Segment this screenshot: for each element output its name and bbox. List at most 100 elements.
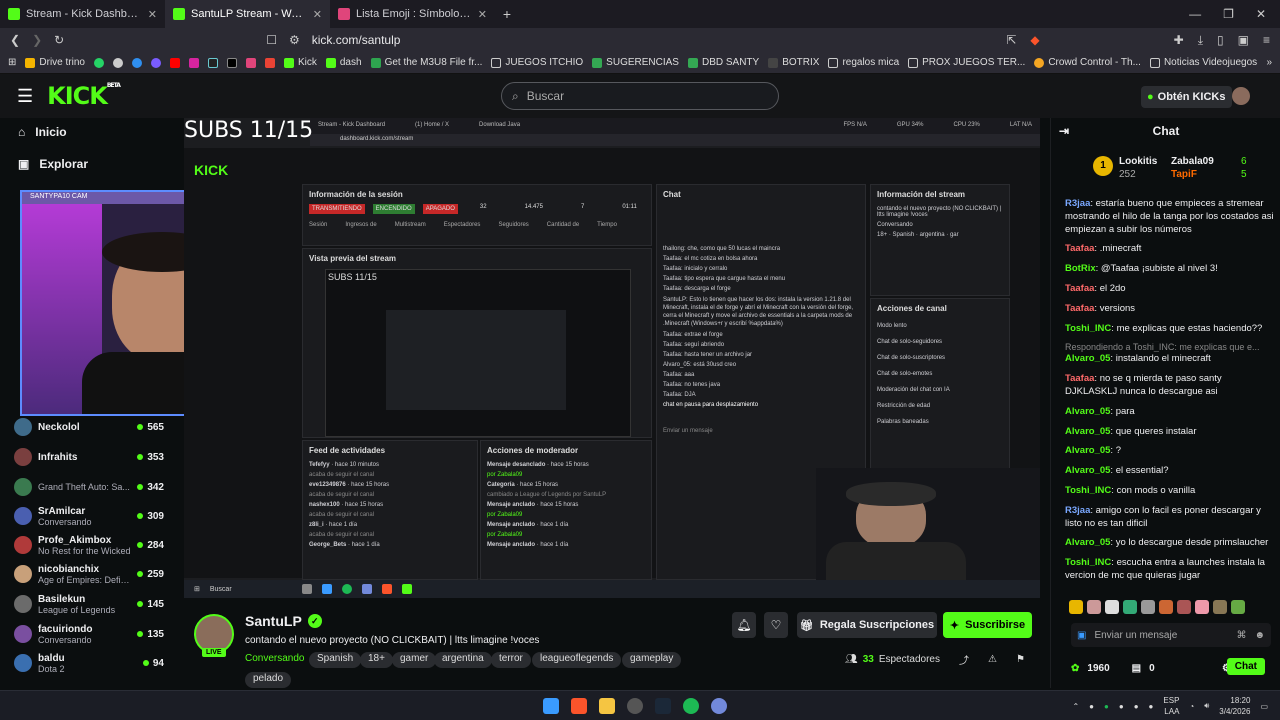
forward-icon[interactable]: ❯	[32, 33, 42, 47]
brave-shield-icon[interactable]: ◆	[1030, 33, 1039, 48]
tag-chip[interactable]: argentina	[434, 652, 492, 668]
url-field[interactable]: kick.com/santulp	[312, 33, 995, 47]
close-tab-icon[interactable]: ✕	[313, 8, 322, 21]
tag-chip[interactable]: gamer	[392, 652, 437, 668]
emote-icon[interactable]	[1195, 600, 1209, 614]
obs-icon[interactable]	[627, 698, 643, 714]
close-window-icon[interactable]: ✕	[1256, 7, 1266, 21]
bookmark-botrix[interactable]: BOTRIX	[768, 57, 819, 68]
emoji-icon[interactable]: ☻	[1254, 630, 1265, 641]
report-icon[interactable]: ⚠	[988, 654, 997, 665]
apps-icon[interactable]: ⊞	[8, 57, 16, 68]
redeem-icon[interactable]: ▤	[1132, 663, 1141, 674]
emote-icon[interactable]	[1159, 600, 1173, 614]
emote-icon[interactable]	[1141, 600, 1155, 614]
subscribe-button[interactable]: ✦ Suscribirse	[943, 612, 1032, 638]
back-icon[interactable]: ❮	[10, 33, 20, 47]
tray-app-icon[interactable]: ●	[1089, 702, 1094, 711]
bookmark-dash[interactable]: dash	[325, 57, 362, 68]
sidebar-channel-gta[interactable]: Grand Theft Auto: Sa... 342	[14, 474, 164, 500]
user-avatar[interactable]	[1232, 87, 1250, 105]
wallet-icon[interactable]: ▣	[1238, 33, 1249, 48]
tag-chip[interactable]: gameplay	[622, 652, 682, 668]
clock[interactable]: 18:20 3/4/2026	[1219, 695, 1250, 717]
emote-icon[interactable]	[1069, 600, 1083, 614]
search-input[interactable]: ⌕ Buscar	[501, 82, 779, 110]
sidebar-item-explorar[interactable]: ▣ Explorar	[0, 148, 176, 180]
bookmark-folder-itchio[interactable]: JUEGOS ITCHIO	[491, 57, 583, 68]
hamburger-menu-icon[interactable]: ☰	[17, 86, 33, 107]
messenger-icon[interactable]	[150, 57, 161, 68]
notification-bell-button[interactable]: 🔔︎	[732, 612, 756, 638]
sidebar-channel-nicobianchix[interactable]: nicobianchix Age of Empires: Defin... 259	[14, 561, 164, 587]
whatsapp-icon[interactable]	[93, 57, 104, 68]
sidebar-channel-neckolol[interactable]: Neckolol 565	[14, 414, 164, 440]
close-tab-icon[interactable]: ✕	[478, 8, 487, 21]
tray-app-icon[interactable]: ●	[1149, 702, 1154, 711]
gmail-icon[interactable]	[264, 57, 275, 68]
x-icon[interactable]	[226, 57, 237, 68]
file-explorer-icon[interactable]	[599, 698, 615, 714]
browser-tab-dashboard[interactable]: Stream - Kick Dashboard ✕	[0, 0, 165, 28]
sidebar-channel-baldu[interactable]: baldu Dota 2 94	[14, 650, 164, 676]
share-icon[interactable]: ⇱	[1006, 33, 1016, 48]
windows-start-icon[interactable]	[543, 698, 559, 714]
sidebar-channel-infrahits[interactable]: Infrahits 353	[14, 444, 164, 470]
more-bookmarks-icon[interactable]: »	[1266, 57, 1272, 68]
bookmark-folder-noticias[interactable]: Noticias Videojuegos	[1149, 57, 1257, 68]
bookmark-folder-prox[interactable]: PROX JUEGOS TER...	[908, 57, 1025, 68]
sidebar-channel-basilekun[interactable]: Basilekun League of Legends 145	[14, 591, 164, 617]
bookmark-icon-pink[interactable]	[245, 57, 256, 68]
share-icon[interactable]: ⤴	[959, 652, 969, 667]
user-action-icon[interactable]: ⚑	[1016, 654, 1025, 665]
tiktok-icon[interactable]	[207, 57, 218, 68]
wifi-icon[interactable]: ◔	[1189, 702, 1194, 711]
bookmark-icon-2[interactable]	[112, 57, 123, 68]
notifications-icon[interactable]: ▭	[1260, 702, 1268, 711]
extensions-icon[interactable]: ✚	[1174, 33, 1184, 48]
follow-button[interactable]: ♡	[764, 612, 788, 638]
commands-icon[interactable]: ⌘	[1236, 630, 1246, 641]
discord-icon[interactable]	[711, 698, 727, 714]
sidebar-channel-profe-akimbox[interactable]: Profe_Akimbox No Rest for the Wicked 284	[14, 532, 164, 558]
send-chat-button[interactable]: Chat	[1226, 658, 1265, 675]
volume-icon[interactable]: 🔊︎	[1204, 701, 1209, 711]
emote-icon[interactable]	[1177, 600, 1191, 614]
language-indicator[interactable]: ESP LAA	[1163, 695, 1179, 717]
close-tab-icon[interactable]: ✕	[148, 8, 157, 21]
tray-expand-icon[interactable]: ⌃	[1072, 702, 1079, 711]
site-info-icon[interactable]: ⚙	[289, 33, 300, 47]
minimize-icon[interactable]: —	[1189, 7, 1201, 21]
download-icon[interactable]: ⤓	[1198, 33, 1203, 48]
edge-icon[interactable]	[131, 57, 142, 68]
chat-message-input[interactable]: ▣ Enviar un mensaje ⌘ ☻	[1071, 623, 1271, 647]
bookmark-dbd[interactable]: DBD SANTY	[687, 57, 759, 68]
bookmark-icon[interactable]: ☐	[266, 33, 277, 47]
tag-chip[interactable]: pelado	[245, 672, 292, 688]
emote-icon[interactable]	[1087, 600, 1101, 614]
sidebar-channel-facuiriondo[interactable]: facuiriondo Conversando 135	[14, 621, 164, 647]
reload-icon[interactable]: ↻	[54, 33, 64, 47]
tray-app-icon[interactable]: ●	[1134, 702, 1139, 711]
tag-chip[interactable]: 18+	[360, 652, 393, 668]
bookmark-drive[interactable]: Drive trino	[25, 57, 85, 68]
bookmark-sugerencias[interactable]: SUGERENCIAS	[592, 57, 679, 68]
bookmark-m3u8[interactable]: Get the M3U8 File fr...	[370, 57, 482, 68]
category-link[interactable]: Conversando	[245, 653, 304, 664]
tag-chip[interactable]: leagueoflegends	[532, 652, 622, 668]
bookmark-folder-regalos[interactable]: regalos mica	[828, 57, 899, 68]
streamer-name[interactable]: SantuLP ✓	[245, 613, 322, 629]
browser-tab-emoji[interactable]: Lista Emoji : Símbolos emoji nativas ✕	[330, 0, 495, 28]
emote-icon[interactable]	[1213, 600, 1227, 614]
video-player[interactable]: Stream - Kick Dashboard (1) Home / X Dow…	[184, 118, 1040, 598]
youtube-icon[interactable]	[169, 57, 180, 68]
steam-icon[interactable]	[655, 698, 671, 714]
sidebar-icon[interactable]: ▯	[1217, 33, 1224, 48]
emote-icon[interactable]	[1105, 600, 1119, 614]
tray-app-icon[interactable]: ●	[1104, 702, 1109, 711]
emote-icon[interactable]	[1123, 600, 1137, 614]
collapse-chat-icon[interactable]: ⇥	[1059, 124, 1069, 138]
gift-subs-button[interactable]: 🎁︎ Regala Suscripciones	[797, 612, 937, 638]
tag-chip[interactable]: terror	[491, 652, 531, 668]
brave-browser-icon[interactable]	[571, 698, 587, 714]
